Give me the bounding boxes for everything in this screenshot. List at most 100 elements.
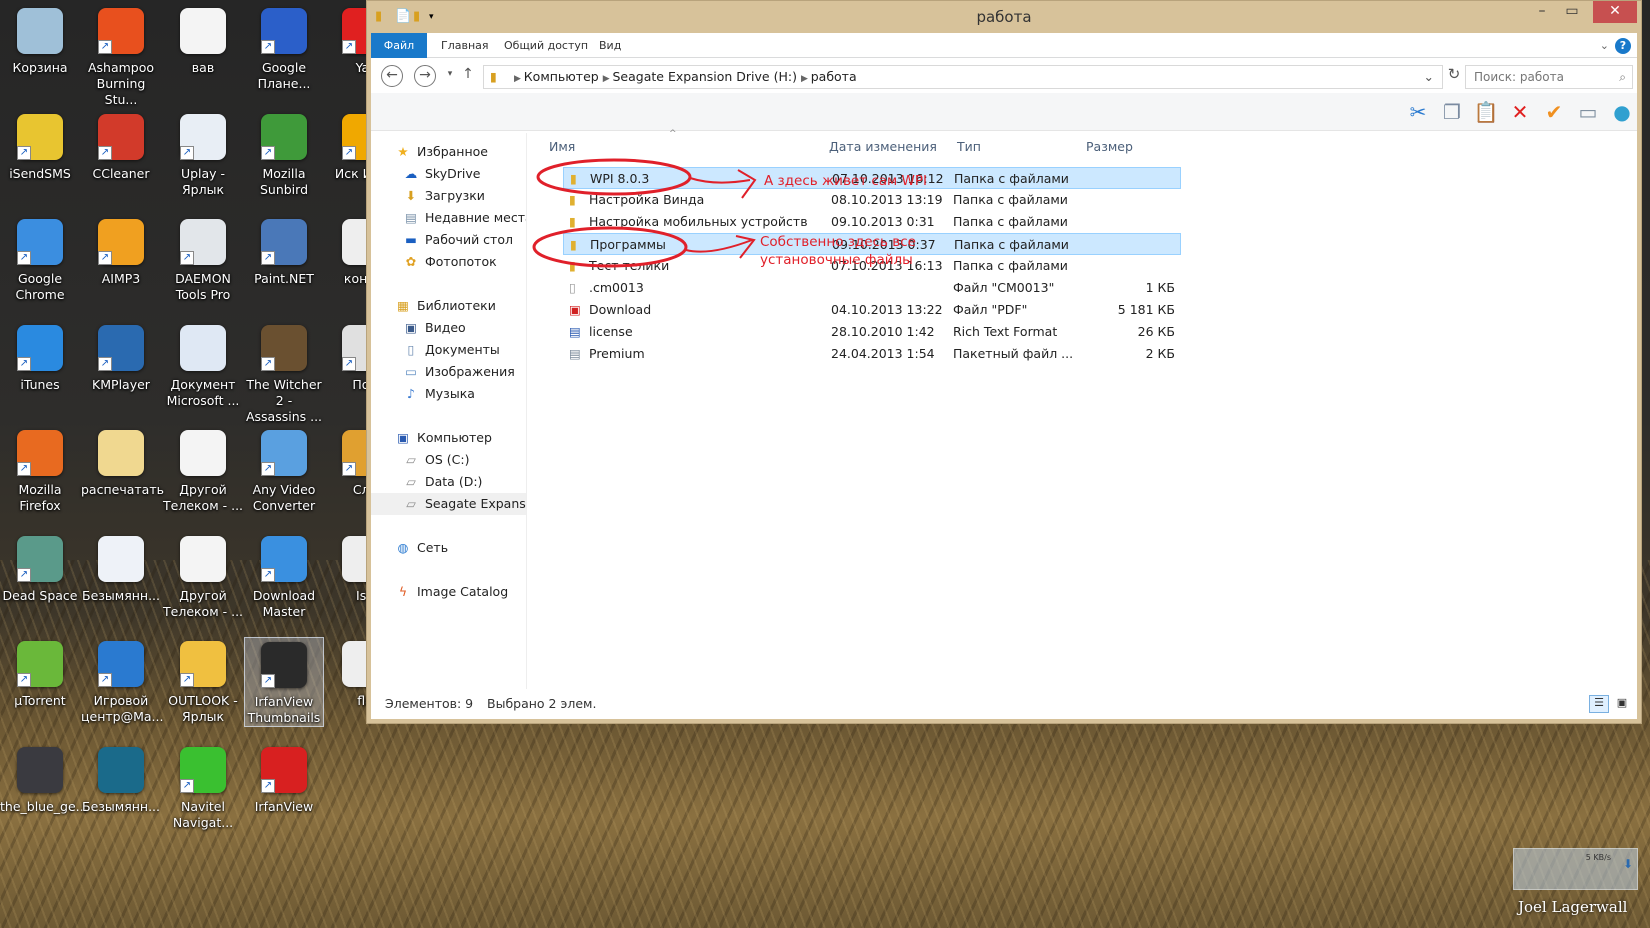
tab-share[interactable]: Общий доступ: [504, 33, 588, 58]
breadcrumb-computer[interactable]: Компьютер: [524, 69, 599, 84]
desktop-icon-powerpoint-file[interactable]: Другой Телеком - ...: [163, 426, 243, 514]
nav-item-pictures[interactable]: ▭ Изображения: [403, 361, 515, 383]
desktop-icon-word-document[interactable]: Документ Microsoft ...: [163, 321, 243, 409]
nav-item-drive[interactable]: ▱ Seagate Expansion D: [371, 493, 526, 515]
desktop-icon-itunes[interactable]: ↗ iTunes: [0, 321, 80, 393]
nav-item-network[interactable]: ◍ Сеть: [395, 537, 449, 559]
large-icons-view-button[interactable]: ▣: [1613, 695, 1631, 713]
desktop-icon-irfanview[interactable]: ↗ IrfanView: [244, 743, 324, 815]
desktop-icon-chrome[interactable]: ↗ Google Chrome: [0, 215, 80, 303]
desktop-icon-image-file[interactable]: ↗ Dead Space: [0, 532, 80, 604]
nav-item-video[interactable]: ▣ Видео: [403, 317, 466, 339]
nav-item-desktop[interactable]: ▬ Рабочий стол: [403, 229, 513, 251]
up-button[interactable]: ↑: [457, 65, 479, 87]
details-view-button[interactable]: ☰: [1589, 695, 1609, 713]
desktop-icon-text-file[interactable]: вав: [163, 4, 243, 76]
nav-item-computer[interactable]: ▣ Компьютер: [395, 427, 492, 449]
file-row[interactable]: ▤ Premium 24.04.2013 1:54 Пакетный файл ...…: [563, 343, 1181, 365]
desktop-icon-paintnet[interactable]: ↗ Paint.NET: [244, 215, 324, 287]
desktop-icon-kmplayer[interactable]: ↗ KMPlayer: [81, 321, 161, 393]
search-input[interactable]: Поиск: работа ⌕: [1465, 65, 1633, 89]
file-type: Папка с файлами: [954, 237, 1069, 252]
desktop-icon-utorrent[interactable]: ↗ µTorrent: [0, 637, 80, 709]
file-row[interactable]: ▣ Download 04.10.2013 13:22 Файл "PDF" 5 181…: [563, 299, 1181, 321]
annotation-text-programs-2: установочные файлы: [760, 252, 913, 268]
breadcrumb-folder[interactable]: работа: [811, 69, 857, 84]
nav-item-documents[interactable]: ▯ Документы: [403, 339, 500, 361]
nav-item-skydrive[interactable]: ☁ SkyDrive: [403, 163, 481, 185]
download-master-icon: ↗: [261, 536, 307, 582]
tab-file[interactable]: Файл: [371, 33, 427, 58]
delete-icon[interactable]: ✕: [1507, 99, 1533, 125]
close-button[interactable]: ✕: [1593, 1, 1637, 23]
desktop-icon-navitel[interactable]: ↗ Navitel Navigat...: [163, 743, 243, 831]
breadcrumb-drive[interactable]: Seagate Expansion Drive (H:): [613, 69, 797, 84]
shortcut-arrow-icon: ↗: [261, 779, 275, 793]
back-button[interactable]: ←: [381, 65, 403, 87]
copy-icon[interactable]: ❐: [1439, 99, 1465, 125]
desktop-icon-uplay[interactable]: ↗ Uplay - Ярлык: [163, 110, 243, 198]
globe-icon[interactable]: ●: [1609, 99, 1635, 125]
desktop-icon-sunbird[interactable]: ↗ Mozilla Sunbird: [244, 110, 324, 198]
address-bar[interactable]: ▮ ▶ Компьютер ▶ Seagate Expansion Drive …: [483, 65, 1443, 89]
column-type[interactable]: Тип: [957, 139, 981, 154]
file-row[interactable]: ▮ Настройка мобильных устройств 09.10.2013…: [563, 211, 1181, 233]
network-speed-gadget[interactable]: 5 KB/s ⬇: [1513, 848, 1638, 890]
nav-item-star[interactable]: ★ Избранное: [395, 141, 488, 163]
desktop-icon-image-file[interactable]: Безымянн...: [81, 532, 161, 604]
desktop-icon-irfanview-thumbnails[interactable]: ↗ IrfanView Thumbnails: [244, 637, 324, 727]
nav-item-photostream[interactable]: ✿ Фотопоток: [403, 251, 497, 273]
desktop-icon-ccleaner[interactable]: ↗ CCleaner: [81, 110, 161, 182]
address-dropdown-icon[interactable]: ⌄: [1424, 66, 1434, 88]
desktop-icon-powerpoint-file[interactable]: Другой Телеком - ...: [163, 532, 243, 620]
desktop-icon-daemon-tools[interactable]: ↗ DAEMON Tools Pro: [163, 215, 243, 303]
desktop-icon-download-master[interactable]: ↗ Download Master: [244, 532, 324, 620]
properties-icon[interactable]: ▭: [1575, 99, 1601, 125]
column-size[interactable]: Размер: [1086, 139, 1133, 154]
nav-item-label: Изображения: [425, 364, 515, 379]
nav-item-libraries[interactable]: ▦ Библиотеки: [395, 295, 496, 317]
nav-item-drive[interactable]: ▱ Data (D:): [403, 471, 482, 493]
nav-item-image-catalog[interactable]: ϟ Image Catalog: [395, 581, 508, 603]
expand-ribbon-icon[interactable]: ⌄: [1600, 33, 1609, 58]
desktop-icon-image-file[interactable]: Безымянн...: [81, 743, 161, 815]
file-row[interactable]: ▤ license 28.10.2010 1:42 Rich Text Format 2…: [563, 321, 1181, 343]
desktop-icon-witcher[interactable]: ↗ The Witcher 2 - Assassins ...: [244, 321, 324, 425]
desktop-icon-firefox[interactable]: ↗ Mozilla Firefox: [0, 426, 80, 514]
tab-home[interactable]: Главная: [441, 33, 489, 58]
column-name[interactable]: Имя: [549, 139, 575, 154]
powerpoint-file-icon: [180, 536, 226, 582]
file-row[interactable]: ▯ .cm0013 Файл "CM0013" 1 КБ: [563, 277, 1181, 299]
nav-item-music[interactable]: ♪ Музыка: [403, 383, 475, 405]
desktop-icon-aimp[interactable]: ↗ AIMP3: [81, 215, 161, 287]
nav-item-downloads[interactable]: ⬇ Загрузки: [403, 185, 485, 207]
desktop-icon-image-file[interactable]: the_blue_ge...: [0, 743, 88, 815]
shortcut-arrow-icon: ↗: [261, 40, 275, 54]
file-type: Папка с файлами: [953, 192, 1068, 207]
minimize-button[interactable]: –: [1529, 1, 1555, 23]
nav-item-drive[interactable]: ▱ OS (C:): [403, 449, 469, 471]
checkmark-icon[interactable]: ✔: [1541, 99, 1567, 125]
desktop-icon-google-earth[interactable]: ↗ Google Плане...: [244, 4, 324, 92]
nav-item-recent-places[interactable]: ▤ Недавние места: [403, 207, 526, 229]
desktop-icon-ashampoo[interactable]: ↗ Ashampoo Burning Stu...: [81, 4, 161, 108]
refresh-button[interactable]: ↻: [1443, 65, 1465, 87]
desktop-icon-outlook[interactable]: ↗ OUTLOOK - Ярлык: [163, 637, 243, 725]
annotation-text-wpi: А здесь живет сам WPI: [764, 173, 928, 189]
forward-button[interactable]: →: [414, 65, 436, 87]
desktop-icon-game-center[interactable]: ↗ Игровой центр@Ma...: [81, 637, 163, 725]
desktop-icon-folder[interactable]: распечатать: [81, 426, 164, 498]
paste-icon[interactable]: 📋: [1473, 99, 1499, 125]
file-row[interactable]: ▮ Настройка Винда 08.10.2013 13:19 Папка с …: [563, 189, 1181, 211]
shortcut-arrow-icon: ↗: [342, 357, 356, 371]
cut-icon[interactable]: ✂: [1405, 99, 1431, 125]
help-icon[interactable]: ?: [1615, 38, 1631, 54]
desktop-icon-video-converter[interactable]: ↗ Any Video Converter: [244, 426, 324, 514]
tab-view[interactable]: Вид: [599, 33, 621, 58]
column-date[interactable]: Дата изменения: [829, 139, 937, 154]
desktop-icon-recycle-bin[interactable]: Корзина: [0, 4, 80, 76]
shortcut-arrow-icon: ↗: [98, 357, 112, 371]
title-bar[interactable]: ▮ 📄 ▮ ▾ работа – ▭ ✕: [367, 1, 1641, 33]
maximize-button[interactable]: ▭: [1559, 1, 1585, 23]
desktop-icon-isendsms[interactable]: ↗ iSendSMS: [0, 110, 80, 182]
